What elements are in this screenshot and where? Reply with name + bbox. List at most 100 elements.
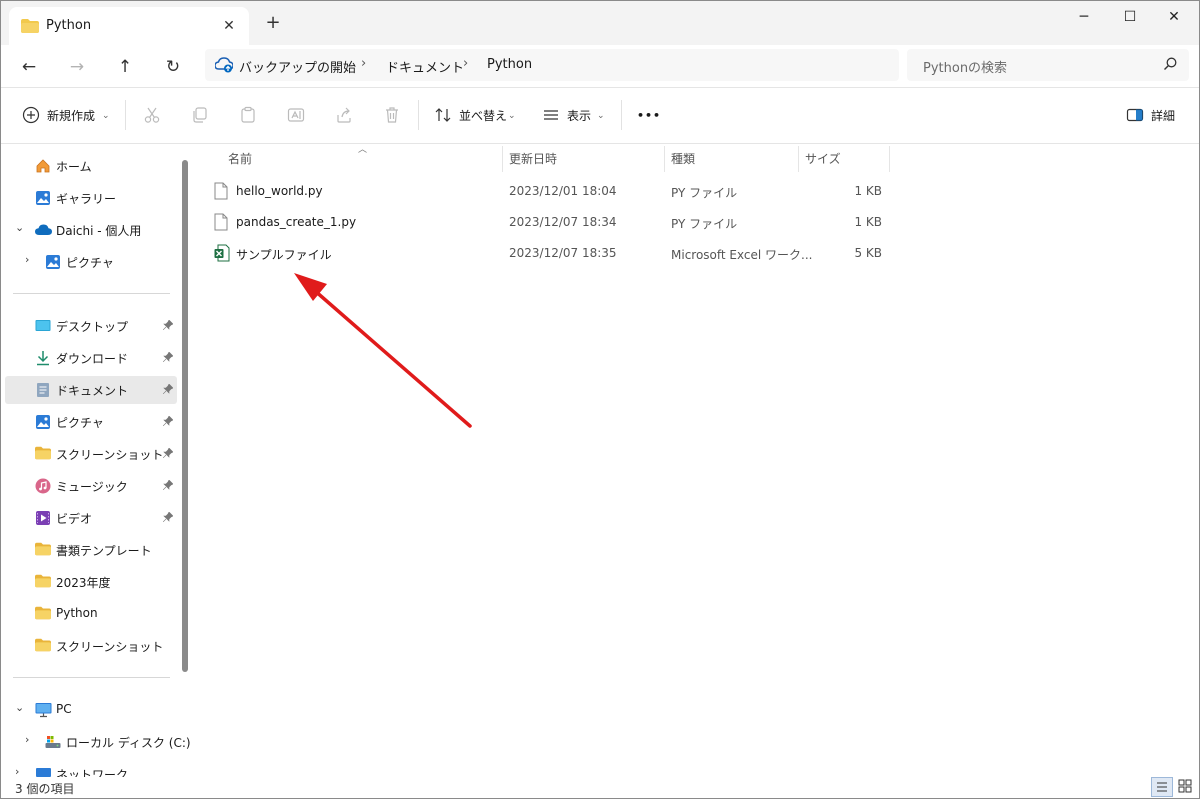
tiles-view-button[interactable] <box>1175 777 1197 797</box>
sidebar-item-label: Python <box>56 606 98 620</box>
sidebar-item-folder-templates[interactable]: 書類テンプレート <box>5 536 177 564</box>
pin-icon[interactable] <box>162 479 174 493</box>
pin-icon[interactable] <box>162 351 174 365</box>
breadcrumb-separator[interactable]: › <box>361 56 366 71</box>
forward-button[interactable]: → <box>63 53 91 81</box>
sidebar-item-downloads[interactable]: ダウンロード <box>5 344 177 372</box>
pictures-icon <box>35 414 51 430</box>
close-window-button[interactable]: ✕ <box>1151 6 1197 28</box>
search-icon <box>1163 57 1177 74</box>
sidebar-item-label: PC <box>56 702 72 716</box>
details-button[interactable]: 詳細 <box>1151 104 1175 128</box>
sidebar-item-local-disk[interactable]: › ローカル ディスク (C:) <box>5 728 191 756</box>
toolbar-divider <box>621 100 622 130</box>
more-options-button[interactable]: ••• <box>637 104 661 128</box>
sidebar-item-onedrive-pictures[interactable]: › ピクチャ <box>5 248 177 276</box>
sidebar-item-label: ドキュメント <box>56 384 129 398</box>
sidebar-divider <box>13 293 170 294</box>
search-box[interactable]: Pythonの検索 <box>907 49 1189 81</box>
item-count: 3 個の項目 <box>15 782 75 796</box>
sidebar-item-videos[interactable]: ビデオ <box>5 504 177 532</box>
paste-icon[interactable] <box>239 106 261 128</box>
pin-icon[interactable] <box>162 319 174 333</box>
back-button[interactable]: ← <box>15 53 43 81</box>
sidebar-item-screenshots[interactable]: スクリーンショット <box>5 440 177 468</box>
chevron-right-icon[interactable]: › <box>25 733 29 746</box>
address-bar[interactable]: バックアップの開始 › ドキュメント › Python <box>205 49 899 81</box>
annotation-arrow <box>294 273 472 428</box>
pin-icon[interactable] <box>162 447 174 461</box>
sidebar-item-documents[interactable]: ドキュメント <box>5 376 177 404</box>
details-view-button[interactable] <box>1151 777 1173 797</box>
sidebar-item-music[interactable]: ミュージック <box>5 472 177 500</box>
cloud-icon <box>35 224 52 240</box>
sidebar-item-gallery[interactable]: ギャラリー <box>5 184 177 212</box>
onedrive-backup-icon <box>214 57 234 76</box>
column-header-size[interactable]: サイズ <box>805 150 841 167</box>
sidebar-item-label: スクリーンショット <box>56 640 164 654</box>
chevron-down-icon[interactable]: ⌄ <box>15 221 24 234</box>
sidebar-item-home[interactable]: ホーム <box>5 152 177 180</box>
view-button[interactable]: 表示 <box>567 104 591 128</box>
share-icon[interactable] <box>335 106 357 128</box>
title-bar: Python ✕ + ─ ☐ ✕ <box>1 1 1199 45</box>
pin-icon[interactable] <box>162 511 174 525</box>
chevron-right-icon[interactable]: › <box>15 765 19 777</box>
folder-icon <box>35 638 51 654</box>
tab-title: Python <box>46 18 92 33</box>
sidebar-item-pictures[interactable]: ピクチャ <box>5 408 177 436</box>
sidebar-item-label: 2023年度 <box>56 576 111 590</box>
add-icon <box>22 106 44 128</box>
pin-icon[interactable] <box>162 415 174 429</box>
sidebar-item-onedrive[interactable]: ⌄ Daichi - 個人用 <box>5 216 177 244</box>
sidebar-item-label: ネットワーク <box>56 768 129 777</box>
copy-icon[interactable] <box>191 106 213 128</box>
sidebar-item-label: ミュージック <box>56 480 128 494</box>
breadcrumb-backup[interactable]: バックアップの開始 <box>239 57 356 76</box>
new-button[interactable]: 新規作成 <box>47 104 95 128</box>
chevron-down-icon[interactable]: ⌄ <box>102 104 110 128</box>
sort-button[interactable]: 並べ替え <box>459 104 507 128</box>
minimize-button[interactable]: ─ <box>1061 6 1107 28</box>
chevron-right-icon[interactable]: › <box>25 253 29 266</box>
cut-icon[interactable] <box>143 106 165 128</box>
up-button[interactable]: ↑ <box>111 53 139 81</box>
tab-python[interactable]: Python ✕ <box>9 7 249 45</box>
chevron-down-icon[interactable]: ⌄ <box>508 104 516 128</box>
maximize-button[interactable]: ☐ <box>1107 6 1153 28</box>
refresh-button[interactable]: ↻ <box>159 53 187 81</box>
sidebar-item-desktop[interactable]: デスクトップ <box>5 312 177 340</box>
details-pane-icon <box>1126 106 1148 128</box>
pin-icon[interactable] <box>162 383 174 397</box>
column-header-type[interactable]: 種類 <box>671 150 695 167</box>
column-divider[interactable] <box>889 146 890 172</box>
breadcrumb-separator[interactable]: › <box>463 56 468 71</box>
delete-icon[interactable] <box>383 106 405 128</box>
sidebar-item-label: デスクトップ <box>56 320 129 334</box>
sidebar-item-label: ホーム <box>56 160 92 174</box>
command-bar: 新規作成 ⌄ 並べ替え ⌄ 表示 ⌄ ••• 詳細 <box>1 88 1199 144</box>
column-divider[interactable] <box>798 146 799 172</box>
column-divider[interactable] <box>664 146 665 172</box>
chevron-down-icon[interactable]: ⌄ <box>15 701 24 714</box>
breadcrumb-documents[interactable]: ドキュメント <box>386 57 464 76</box>
view-icon <box>542 106 564 128</box>
sidebar-item-network[interactable]: › ネットワーク <box>5 760 177 777</box>
breadcrumb-python[interactable]: Python <box>487 57 532 72</box>
sidebar-item-folder-screenshots[interactable]: スクリーンショット <box>5 632 177 660</box>
drive-icon <box>45 734 61 750</box>
sidebar-item-pc[interactable]: ⌄ PC <box>5 696 177 724</box>
file-type: Microsoft Excel ワーク... <box>671 248 813 262</box>
pc-icon <box>35 702 52 718</box>
sidebar-item-folder-python[interactable]: Python <box>5 600 177 628</box>
folder-icon <box>35 446 51 462</box>
sidebar-item-label: ビデオ <box>56 512 93 526</box>
sidebar-item-label: ローカル ディスク (C:) <box>66 736 191 750</box>
new-tab-button[interactable]: + <box>263 13 283 33</box>
sidebar-item-folder-2023[interactable]: 2023年度 <box>5 568 177 596</box>
tab-close-button[interactable]: ✕ <box>219 16 239 36</box>
sidebar-scrollbar[interactable] <box>182 160 188 672</box>
chevron-down-icon[interactable]: ⌄ <box>597 104 605 128</box>
rename-icon[interactable] <box>287 106 309 128</box>
sidebar-item-label: ギャラリー <box>56 192 117 206</box>
